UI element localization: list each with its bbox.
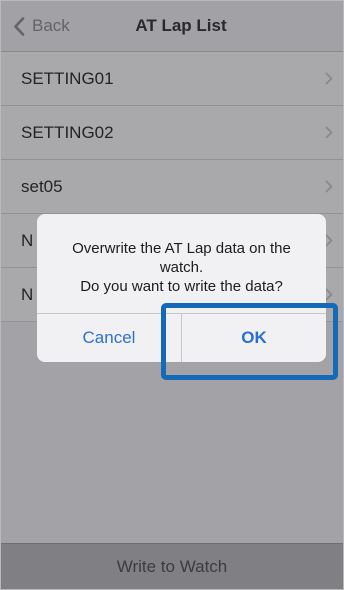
alert-message: Overwrite the AT Lap data on the watch. … xyxy=(37,239,326,296)
confirm-alert-dialog: Overwrite the AT Lap data on the watch. … xyxy=(37,214,326,362)
cancel-button[interactable]: Cancel xyxy=(37,314,181,362)
alert-message-line: watch. xyxy=(159,259,204,276)
ok-button[interactable]: OK xyxy=(182,314,326,362)
app-screen: Back AT Lap List SETTING01 SETTING02 set… xyxy=(0,0,344,590)
alert-message-line: Do you want to write the data? xyxy=(80,278,283,295)
alert-message-line: Overwrite the AT Lap data on the xyxy=(72,240,291,257)
